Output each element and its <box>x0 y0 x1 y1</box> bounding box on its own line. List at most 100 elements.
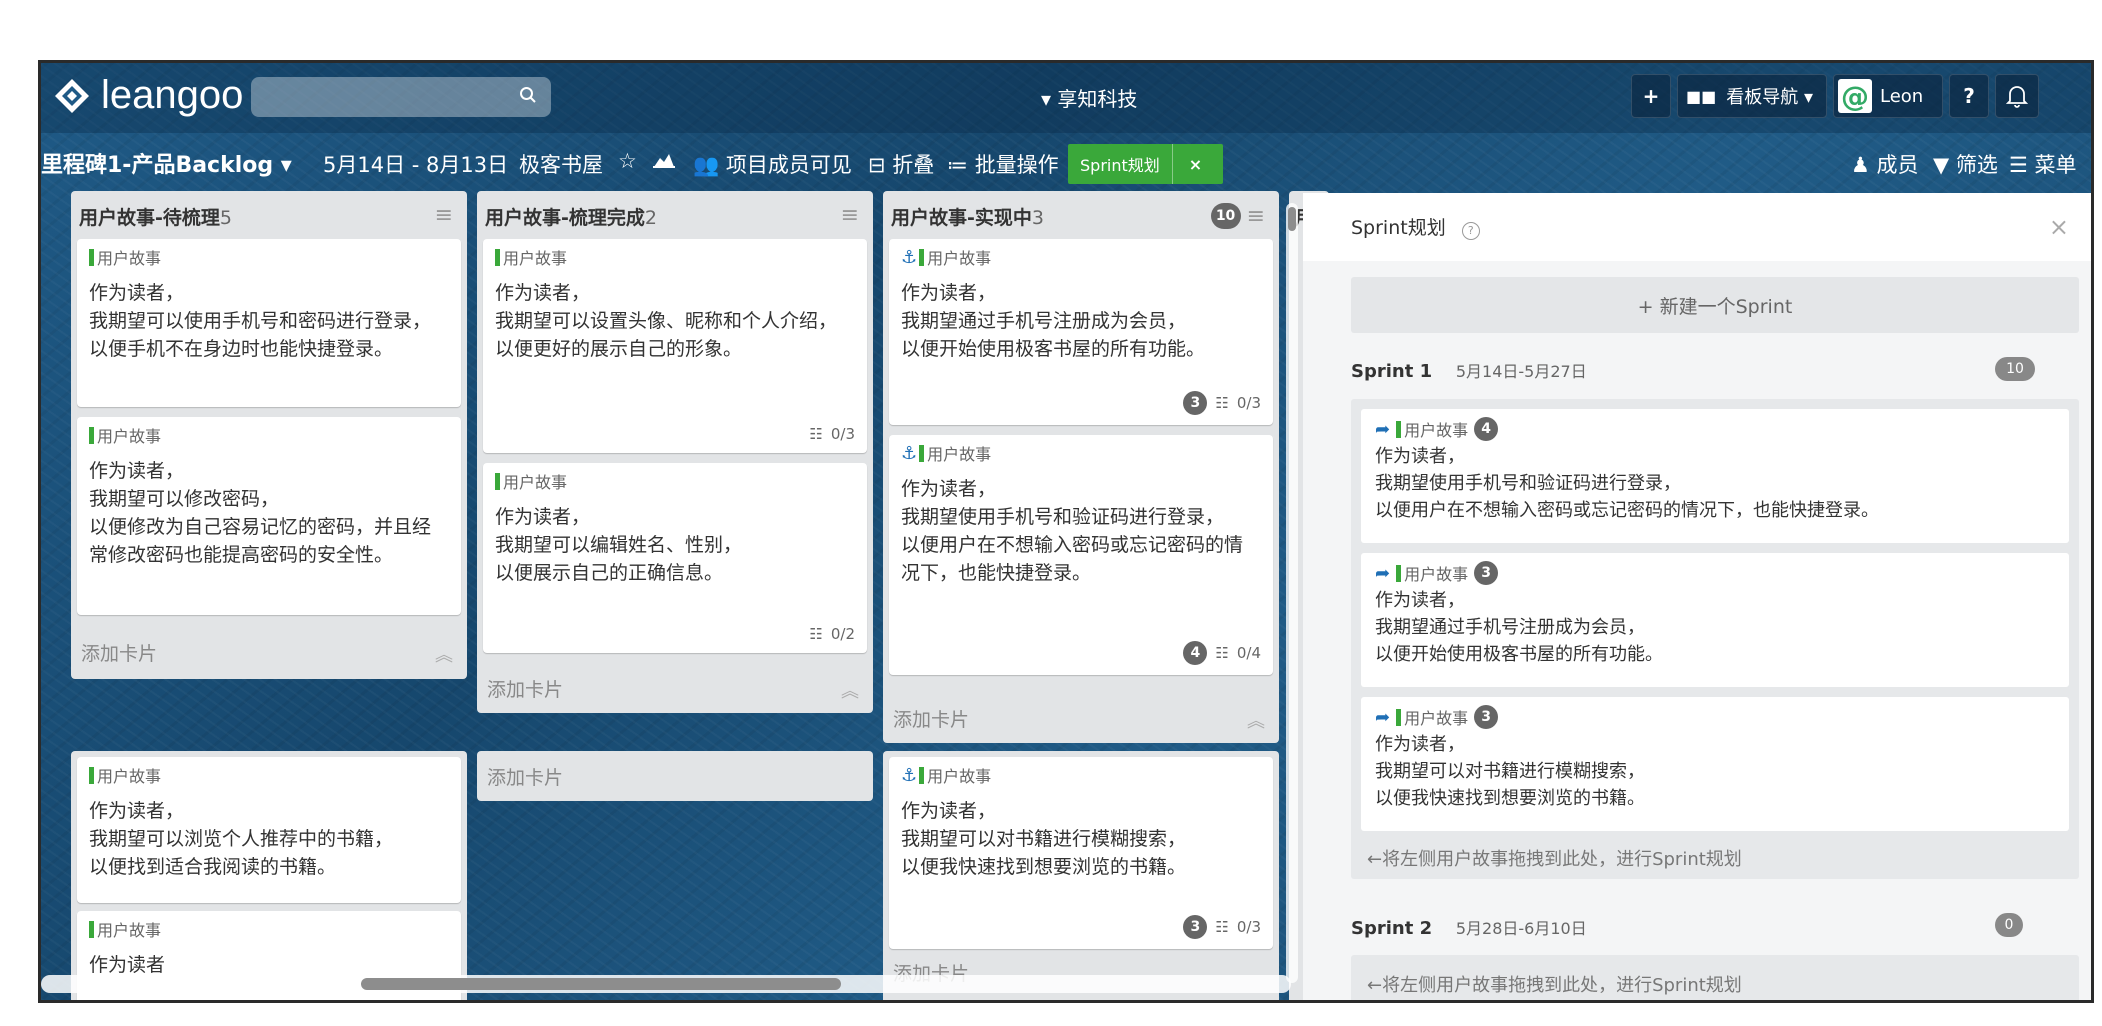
sprint-header[interactable]: Sprint 1 5月14日-5月27日 <box>1351 358 1587 382</box>
list-groomed-continued: 添加卡片 <box>477 751 873 801</box>
sprint-backlog: ➦ 用户故事 4 作为读者， 我期望使用手机号和验证码进行登录， 以便用户在不想输入… <box>1351 399 2079 879</box>
board-date-range[interactable]: 5月14日 - 8月13日 <box>323 149 508 179</box>
list-title[interactable]: 用户故事-梳理完成2 <box>485 203 657 230</box>
collapse-icon[interactable]: ︽ <box>841 677 859 703</box>
search-icon[interactable] <box>519 85 537 109</box>
card-meta: ☷ 0/2 <box>809 625 855 643</box>
card-tag: 用户故事 <box>495 245 855 269</box>
add-card-button[interactable]: 添加卡片 <box>81 639 157 666</box>
sprint-header[interactable]: Sprint 2 5月28日-6月10日 <box>1351 915 1587 939</box>
sprint-plan-close-button[interactable]: × <box>1171 144 1218 184</box>
label-bar <box>89 426 94 444</box>
list-title[interactable]: 用户故事-待梳理5 <box>79 203 232 230</box>
label-bar <box>89 920 94 938</box>
sprint-dates: 5月28日-6月10日 <box>1455 919 1587 938</box>
list-todo-continued: 用户故事 作为读者， 我期望可以浏览个人推荐中的书籍， 以便找到适合我阅读的书籍… <box>71 751 467 1000</box>
list-count: 3 <box>1031 207 1044 229</box>
scrollbar-thumb[interactable] <box>361 978 841 990</box>
story-card[interactable]: 用户故事 作为读者， 我期望可以编辑姓名、性别， 以便展示自己的正确信息。 ☷ 0… <box>483 463 867 653</box>
project-name[interactable]: 极客书屋 <box>519 149 603 179</box>
menu-button[interactable]: ☰ 菜单 <box>2009 149 2077 179</box>
help-button[interactable]: ? <box>1949 74 1989 118</box>
filter-button[interactable]: ▼ 筛选 <box>1933 149 1998 179</box>
sprint-name: Sprint 1 <box>1351 361 1433 382</box>
card-meta: 3 ☷ 0/3 <box>1183 915 1261 939</box>
filter-label: 筛选 <box>1955 153 1998 177</box>
logo[interactable]: leangoo <box>53 73 243 118</box>
add-card-button[interactable]: 添加卡片 <box>893 705 969 732</box>
help-icon[interactable]: ? <box>1461 222 1480 240</box>
company-selector[interactable]: ▾ 享知科技 <box>1041 83 1137 112</box>
vertical-scrollbar[interactable] <box>1286 203 1298 983</box>
label-bar <box>919 248 925 266</box>
add-card-button[interactable]: 添加卡片 <box>487 763 563 790</box>
batch-label: 批量操作 <box>974 153 1059 177</box>
checklist-icon: ☷ <box>1215 918 1229 936</box>
checklist-icon: ☷ <box>809 425 823 443</box>
story-points: 3 <box>1474 705 1499 729</box>
new-sprint-button[interactable]: + 新建一个Sprint <box>1351 277 2079 333</box>
sprint-story-card[interactable]: ➦ 用户故事 4 作为读者， 我期望使用手机号和验证码进行登录， 以便用户在不想输入… <box>1361 409 2069 543</box>
fold-button[interactable]: ⊟ 折叠 <box>868 149 934 179</box>
collapse-icon[interactable]: ︽ <box>1247 707 1265 733</box>
close-icon[interactable]: × <box>2049 213 2069 241</box>
add-card-button[interactable]: 添加卡片 <box>487 675 563 702</box>
board-title[interactable]: 里程碑1-产品Backlog ▾ <box>41 147 292 179</box>
list-menu-icon[interactable]: 10 ≡ <box>1210 203 1265 229</box>
card-tag: 用户故事 <box>89 245 449 269</box>
filter-icon: ▼ <box>1933 153 1950 177</box>
task-progress: 0/3 <box>1236 918 1261 936</box>
horizontal-scrollbar[interactable] <box>41 975 1291 993</box>
sprint-planning-panel: Sprint规划 ? × + 新建一个Sprint Sprint 1 5月14日… <box>1303 193 2091 1000</box>
list-title[interactable]: 用户故事-实现中3 <box>891 203 1044 230</box>
user-menu[interactable]: @ Leon <box>1833 74 1943 118</box>
card-description: 作为读者， 我期望可以编辑姓名、性别， 以便展示自己的正确信息。 <box>495 506 743 584</box>
notification-button[interactable] <box>1995 74 2039 118</box>
story-points: 3 <box>1474 561 1499 585</box>
label-bar <box>495 472 500 490</box>
story-card[interactable]: 用户故事 作为读者， 我期望可以修改密码， 以便修改为自己容易记忆的密码，并且经… <box>77 417 461 615</box>
story-points: 4 <box>1474 417 1499 441</box>
panel-title: Sprint规划 ? <box>1351 213 1480 240</box>
sprint-story-card[interactable]: ➦ 用户故事 3 作为读者， 我期望可以对书籍进行模糊搜索， 以便我快速找到想要浏览… <box>1361 697 2069 831</box>
card-meta: 3 ☷ 0/3 <box>1183 391 1261 415</box>
list-count: 2 <box>644 207 657 229</box>
checklist-icon: ☷ <box>809 625 823 643</box>
share-arrow-icon: ➦ <box>1375 418 1391 440</box>
hamburger-icon: ☰ <box>2009 153 2028 177</box>
story-card[interactable]: 用户故事 作为读者， 我期望可以浏览个人推荐中的书籍， 以便找到适合我阅读的书籍… <box>77 757 461 903</box>
board-nav-button[interactable]: ■■ 看板导航 ▾ <box>1677 74 1827 118</box>
label-bar <box>1396 708 1402 726</box>
sprint-plan-toggle[interactable]: Sprint规划 × <box>1068 144 1223 184</box>
label-bar <box>89 766 94 784</box>
story-card[interactable]: ⚓ 用户故事 作为读者， 我期望可以对书籍进行模糊搜索， 以便我快速找到想要浏览的… <box>889 757 1273 949</box>
collapse-icon[interactable]: ︽ <box>435 641 453 667</box>
fold-label: 折叠 <box>892 153 935 177</box>
members-button[interactable]: ♟ 成员 <box>1851 149 1919 179</box>
list-menu-icon[interactable]: ≡ <box>435 203 453 228</box>
bell-icon <box>2006 86 2028 108</box>
logo-text: leangoo <box>101 73 244 117</box>
batch-button[interactable]: ≔ 批量操作 <box>947 149 1059 179</box>
story-card[interactable]: ⚓ 用户故事 作为读者， 我期望使用手机号和验证码进行登录， 以便用户在不想输入密… <box>889 435 1273 675</box>
sprint-story-card[interactable]: ➦ 用户故事 3 作为读者， 我期望通过手机号注册成为会员， 以便开始使用极客书屋的… <box>1361 553 2069 687</box>
members-label: 成员 <box>1876 153 1919 177</box>
label-bar <box>89 248 94 266</box>
anchor-icon: ⚓ <box>901 442 918 464</box>
list-menu-icon[interactable]: ≡ <box>841 203 859 228</box>
search-input[interactable] <box>251 77 551 117</box>
card-description: 作为读者， 我期望通过手机号注册成为会员， 以便开始使用极客书屋的所有功能。 <box>901 282 1206 360</box>
card-tag: ⚓ 用户故事 <box>901 246 992 269</box>
story-card[interactable]: 用户故事 作为读者， 我期望可以设置头像、昵称和个人介绍， 以便更好的展示自己的… <box>483 239 867 453</box>
visibility-toggle[interactable]: 👥 项目成员可见 <box>693 149 852 179</box>
story-card[interactable]: ⚓ 用户故事 作为读者， 我期望通过手机号注册成为会员， 以便开始使用极客书屋的所… <box>889 239 1273 425</box>
card-description: 作为读者， 我期望使用手机号和验证码进行登录， 以便用户在不想输入密码或忘记密码… <box>1375 446 1879 521</box>
card-tag: ➦ 用户故事 3 <box>1375 705 2055 729</box>
scrollbar-thumb[interactable] <box>1288 207 1296 231</box>
label-bar <box>495 248 500 266</box>
star-icon[interactable]: ☆ <box>618 149 637 173</box>
chart-icon[interactable] <box>653 149 675 173</box>
add-button[interactable]: + <box>1631 74 1671 118</box>
story-card[interactable]: 用户故事 作为读者， 我期望可以使用手机号和密码进行登录， 以便手机不在身边时也… <box>77 239 461 407</box>
drop-hint: ←将左侧用户故事拖拽到此处，进行Sprint规划 <box>1367 849 1742 870</box>
